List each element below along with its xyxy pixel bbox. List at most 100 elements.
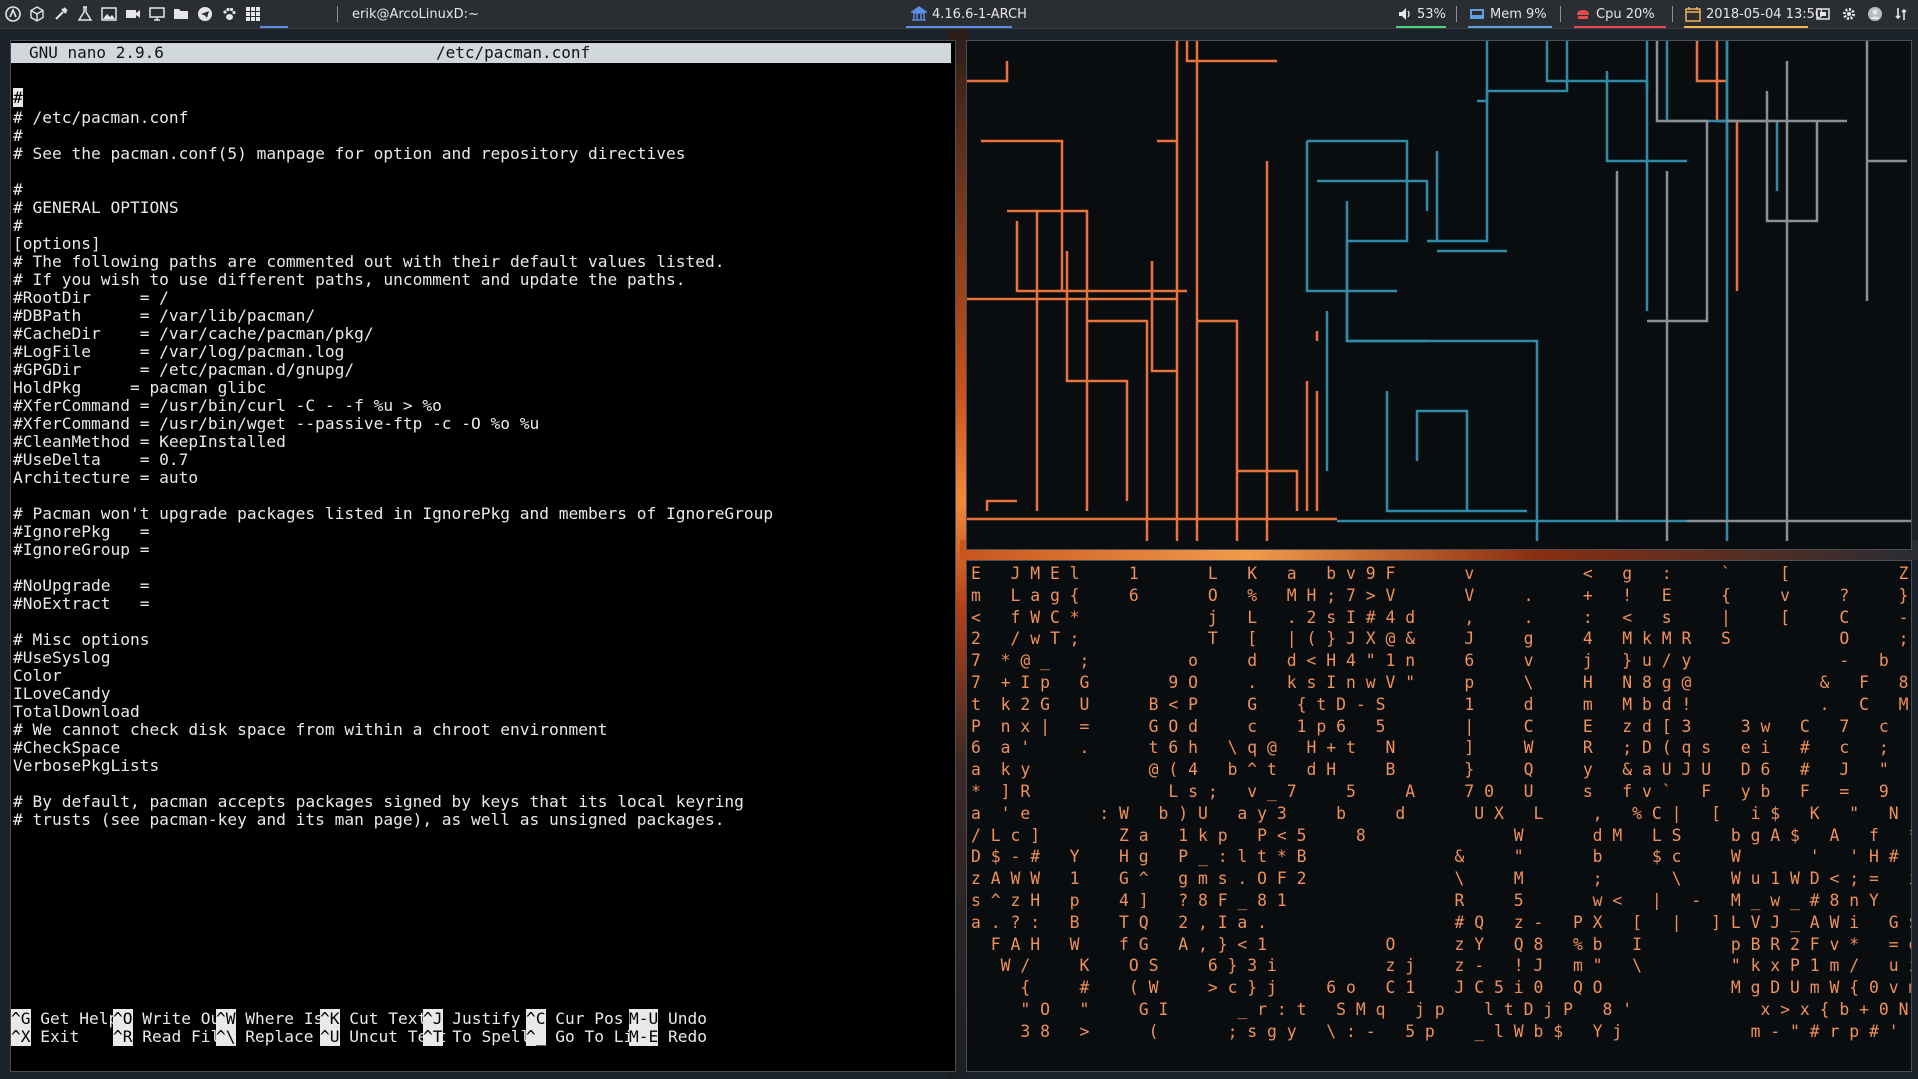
matrix-row: F A H W f G A , } < 1 O z Y Q 8 % b I p …: [971, 934, 1912, 954]
network-icon[interactable]: [1892, 5, 1910, 23]
nano-line: #LogFile = /var/log/pacman.log: [13, 342, 345, 361]
shortcut-label: Get Help: [30, 1009, 119, 1028]
memory-icon: [1468, 5, 1486, 23]
avatar-icon[interactable]: [1866, 5, 1884, 23]
separator: [1672, 6, 1673, 22]
shortcut-label: Exit: [30, 1027, 80, 1046]
shortcut-redo[interactable]: M-E Redo: [629, 1027, 707, 1046]
nano-line: #GPGDir = /etc/pacman.d/gnupg/: [13, 360, 355, 379]
pipe-segment: [967, 61, 1009, 83]
shortcut-label: Undo: [658, 1009, 707, 1028]
shortcut-key: M-E: [629, 1027, 659, 1046]
shortcut-replace[interactable]: ^\ Replace: [216, 1027, 313, 1046]
shortcut-undo[interactable]: M-U Undo: [629, 1009, 707, 1028]
nano-line: #: [13, 216, 23, 235]
nano-line: #CleanMethod = KeepInstalled: [13, 432, 286, 451]
pipette-icon[interactable]: [52, 5, 70, 23]
matrix-terminal[interactable]: E J M E l 1 L K a b v 9 F v < g : ` [ Z m…: [966, 560, 1912, 1072]
cube-icon[interactable]: [28, 5, 46, 23]
nano-line: VerbosePkgLists: [13, 756, 160, 775]
video-camera-icon[interactable]: [124, 5, 142, 23]
pipe-segment: [1305, 141, 1397, 293]
nano-line: # GENERAL OPTIONS: [13, 198, 179, 217]
pipe-segment: [1765, 91, 1819, 223]
nano-line: #IgnoreGroup =: [13, 540, 150, 559]
nano-line: #CacheDir = /var/cache/pacman/pkg/: [13, 324, 374, 343]
matrix-row: m L a g { 6 O % M H ; 7 > V V . + ! E { …: [971, 585, 1909, 605]
pipe-segment: [1087, 319, 1149, 541]
screenshot-icon[interactable]: [1814, 5, 1832, 23]
cpu-icon: [1574, 5, 1592, 23]
matrix-row: a k y @ ( 4 b ^ t d H B } Q y & a U J U …: [971, 760, 1912, 780]
nano-line: [13, 559, 773, 577]
nano-line: TotalDownload: [13, 702, 140, 721]
shortcut-cut-text[interactable]: ^K Cut Text: [320, 1009, 427, 1028]
matrix-row: { # ( W > c } j 6 o C 1 J C 5 i 0 Q O M …: [971, 978, 1912, 998]
cpu-underline: [1574, 26, 1666, 28]
cpu-widget: Cpu 20%: [1574, 0, 1655, 28]
monitor-icon[interactable]: [148, 5, 166, 23]
telegram-icon[interactable]: [196, 5, 214, 23]
matrix-row: 7 + I p G 9 O . k s I n w V " p \ H N 8 …: [971, 672, 1912, 692]
nano-line: Architecture = auto: [13, 468, 199, 487]
shortcut-write-out[interactable]: ^O Write Out: [113, 1009, 230, 1028]
nano-shortcut-bar: ^G Get Help ^X Exit ^O Write Out ^R Read Fi…: [11, 1009, 955, 1054]
nano-line: [13, 613, 773, 631]
pipes-terminal[interactable]: [966, 40, 1912, 550]
arco-logo-icon[interactable]: [4, 5, 22, 23]
window-title[interactable]: erik@ArcoLinuxD:~: [352, 0, 479, 28]
pipe-segment: [1477, 41, 1489, 103]
calendar-icon: [1684, 5, 1702, 23]
nano-line: #UseSyslog: [13, 648, 111, 667]
shortcut-key: ^K: [320, 1009, 340, 1028]
nano-line: Color: [13, 666, 62, 685]
nano-line: #: [13, 180, 23, 199]
shortcut-justify[interactable]: ^J Justify: [423, 1009, 521, 1028]
separator: [1560, 6, 1561, 22]
pipe-segment: [1647, 41, 1709, 323]
shortcut-key: ^J: [423, 1009, 443, 1028]
pipe-segment: [967, 499, 1337, 521]
volume-widget[interactable]: 53%: [1396, 0, 1446, 28]
paw-icon[interactable]: [220, 5, 238, 23]
nano-terminal[interactable]: GNU nano 2.9.6 /etc/pacman.conf # # /etc…: [10, 40, 956, 1072]
shortcut-to-spell[interactable]: ^T To Spell: [423, 1027, 531, 1046]
matrix-row: z A W W 1 G ^ g m s . O F 2 \ M ; \ W u …: [971, 869, 1912, 889]
volume-underline: [1396, 26, 1446, 28]
shortcut-label: Justify: [442, 1009, 521, 1028]
separator: [337, 6, 338, 22]
shortcut-key: ^X: [11, 1027, 31, 1046]
gear-icon[interactable]: [1840, 5, 1858, 23]
nano-text-area[interactable]: # /etc/pacman.conf # # See the pacman.conf…: [13, 109, 773, 829]
grid-icon[interactable]: [244, 5, 262, 23]
speaker-icon: [1396, 5, 1414, 23]
shortcut-exit[interactable]: ^X Exit: [11, 1027, 80, 1046]
matrix-row: a . ? : B T Q 2 , I a . # Q z - P X [ | …: [971, 912, 1912, 932]
flask-icon[interactable]: [76, 5, 94, 23]
shortcut-where-is[interactable]: ^W Where Is: [216, 1009, 323, 1028]
cpu-usage: Cpu 20%: [1596, 6, 1655, 22]
matrix-row: s ^ z H p 4 ] ? 8 F _ 8 1 R 5 w < | - M …: [971, 890, 1912, 910]
cursor-line: #: [13, 87, 23, 109]
shortcut-cur-pos[interactable]: ^C Cur Pos: [526, 1009, 623, 1028]
bank-icon: [910, 5, 928, 23]
image-icon[interactable]: [100, 5, 118, 23]
pipe-segment: [1545, 41, 1649, 91]
kernel-underline: [906, 26, 1012, 28]
nano-line: [13, 775, 773, 793]
matrix-row: * ] R L s ; v _ 7 5 A 7 0 U s f v ` F y …: [971, 781, 1912, 801]
nano-line: #RootDir = /: [13, 288, 169, 307]
pipe-segment: [1150, 261, 1177, 373]
mem-widget: Mem 9%: [1468, 0, 1547, 28]
nano-line: #IgnorePkg =: [13, 522, 150, 541]
shortcut-get-help[interactable]: ^G Get Help: [11, 1009, 119, 1028]
clock-widget[interactable]: 2018-05-04 13:50: [1684, 0, 1823, 28]
pipes-animation: [967, 41, 1911, 541]
pipe-segment: [1345, 201, 1427, 343]
pipe-segment: [1415, 409, 1469, 511]
shortcut-read-file[interactable]: ^R Read File: [113, 1027, 230, 1046]
folder-icon[interactable]: [172, 5, 190, 23]
shortcut-label: To Spell: [442, 1027, 531, 1046]
matrix-row: 7 * @ _ ; o d d < H 4 " 1 n 6 v j } u / …: [971, 651, 1912, 671]
text-cursor: #: [13, 88, 23, 107]
